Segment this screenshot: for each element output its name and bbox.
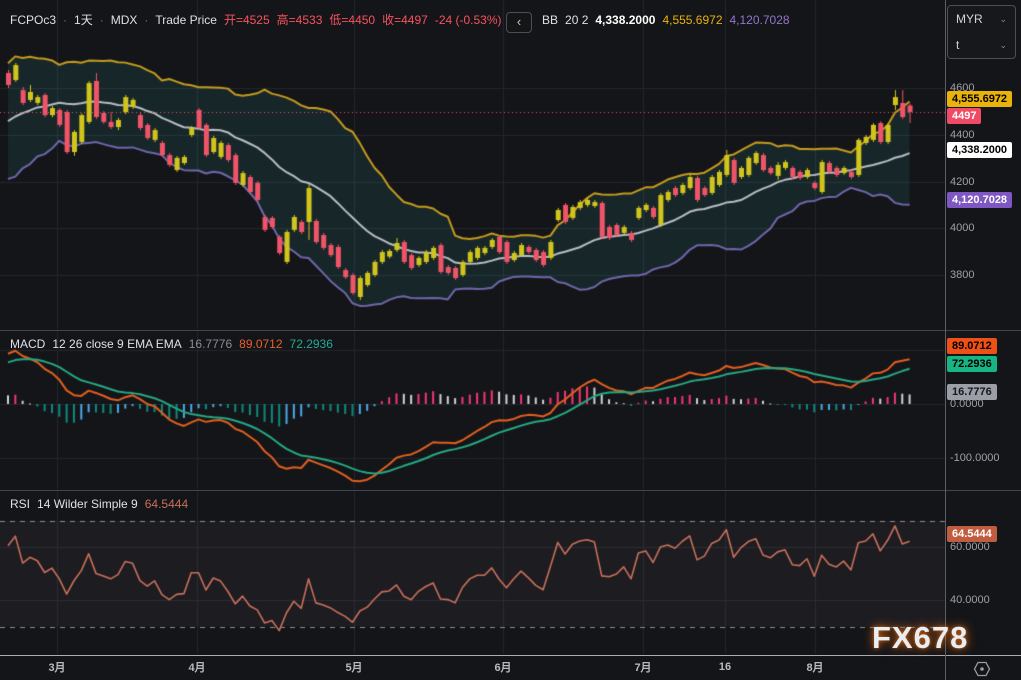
bb-indicator-title[interactable]: BB bbox=[542, 13, 558, 28]
series-type-label: Trade Price bbox=[155, 13, 217, 28]
hexagon-logo-icon[interactable] bbox=[973, 661, 991, 680]
scale-unit-box: MYR ⌄ t ⌄ bbox=[947, 5, 1016, 59]
macd-hist-value: 16.7776 bbox=[189, 337, 232, 352]
bb-basis-badge: 4,338.2000 bbox=[947, 142, 1012, 158]
time-axis-label: 8月 bbox=[806, 659, 823, 675]
symbol-legend[interactable]: FCPOc3 · 1天 · MDX · Trade Price 开=4525 高… bbox=[10, 13, 502, 28]
price-axis-border bbox=[945, 0, 946, 680]
macd-indicator-title[interactable]: MACD bbox=[10, 337, 45, 352]
time-axis-label: 7月 bbox=[634, 659, 651, 675]
bb-lower-value: 4,120.7028 bbox=[730, 13, 790, 28]
bb-legend[interactable]: BB 20 2 4,338.2000 4,555.6972 4,120.7028 bbox=[542, 13, 790, 28]
ohlc-change: -24 (-0.53%) bbox=[435, 13, 502, 28]
fx678-watermark: FX678 bbox=[872, 620, 968, 656]
bb-lower-badge: 4,120.7028 bbox=[947, 192, 1012, 208]
last-price-badge: 4497 bbox=[947, 108, 981, 124]
currency-selector[interactable]: MYR ⌄ bbox=[948, 6, 1015, 32]
currency-selected-value: MYR bbox=[956, 12, 983, 26]
rsi-indicator-params: 14 Wilder Simple 9 bbox=[37, 497, 138, 512]
price-axis-label: 4400 bbox=[950, 129, 974, 141]
ohlc-close: 收=4497 bbox=[382, 13, 428, 28]
time-axis-label: 16 bbox=[719, 661, 731, 673]
unit-selected-value: t bbox=[956, 38, 959, 52]
ohlc-open: 开=4525 bbox=[224, 13, 270, 28]
macd-legend[interactable]: MACD 12 26 close 9 EMA EMA 16.7776 89.07… bbox=[10, 337, 333, 352]
rsi-value-badge: 64.5444 bbox=[947, 526, 997, 542]
macd-line-value: 89.0712 bbox=[239, 337, 282, 352]
time-axis-label: 3月 bbox=[48, 659, 65, 675]
bb-upper-value: 4,555.6972 bbox=[662, 13, 722, 28]
symbol-name[interactable]: FCPOc3 bbox=[10, 13, 56, 28]
pane-separator-macd[interactable] bbox=[0, 330, 1021, 331]
price-axis-label: 4000 bbox=[950, 222, 974, 234]
time-axis-border bbox=[0, 655, 1021, 656]
ohlc-low: 低=4450 bbox=[329, 13, 375, 28]
macd-hist-badge: 16.7776 bbox=[947, 384, 997, 400]
macd-indicator-params: 12 26 close 9 EMA EMA bbox=[52, 337, 181, 352]
chevron-down-icon: ⌄ bbox=[999, 14, 1007, 25]
price-axis-label: 4200 bbox=[950, 176, 974, 188]
macd-axis-label: -100.0000 bbox=[950, 452, 1000, 464]
rsi-legend[interactable]: RSI 14 Wilder Simple 9 64.5444 bbox=[10, 497, 188, 512]
chevron-down-icon: ⌄ bbox=[999, 40, 1007, 51]
bb-basis-value: 4,338.2000 bbox=[595, 13, 655, 28]
macd-line-badge: 89.0712 bbox=[947, 338, 997, 354]
rsi-axis-label: 40.0000 bbox=[950, 594, 990, 606]
macd-signal-badge: 72.2936 bbox=[947, 356, 997, 372]
separator-dot: · bbox=[144, 13, 148, 28]
unit-selector[interactable]: t ⌄ bbox=[948, 32, 1015, 58]
collapse-legend-button[interactable]: ‹ bbox=[506, 12, 532, 33]
ohlc-high: 高=4533 bbox=[277, 13, 323, 28]
separator-dot: · bbox=[63, 13, 67, 28]
bb-indicator-params: 20 2 bbox=[565, 13, 588, 28]
time-axis-label: 6月 bbox=[494, 659, 511, 675]
separator-dot: · bbox=[100, 13, 104, 28]
macd-signal-value: 72.2936 bbox=[290, 337, 333, 352]
price-axis-label: 3800 bbox=[950, 269, 974, 281]
rsi-indicator-title[interactable]: RSI bbox=[10, 497, 30, 512]
interval-label[interactable]: 1天 bbox=[74, 13, 93, 28]
exchange-label: MDX bbox=[111, 13, 138, 28]
rsi-value: 64.5444 bbox=[145, 497, 188, 512]
pane-separator-rsi[interactable] bbox=[0, 490, 1021, 491]
trading-chart-app: FCPOc3 · 1天 · MDX · Trade Price 开=4525 高… bbox=[0, 0, 1021, 680]
time-axis-label: 4月 bbox=[188, 659, 205, 675]
rsi-axis-label: 60.0000 bbox=[950, 541, 990, 553]
time-axis-label: 5月 bbox=[345, 659, 362, 675]
bb-upper-badge: 4,555.6972 bbox=[947, 91, 1012, 107]
